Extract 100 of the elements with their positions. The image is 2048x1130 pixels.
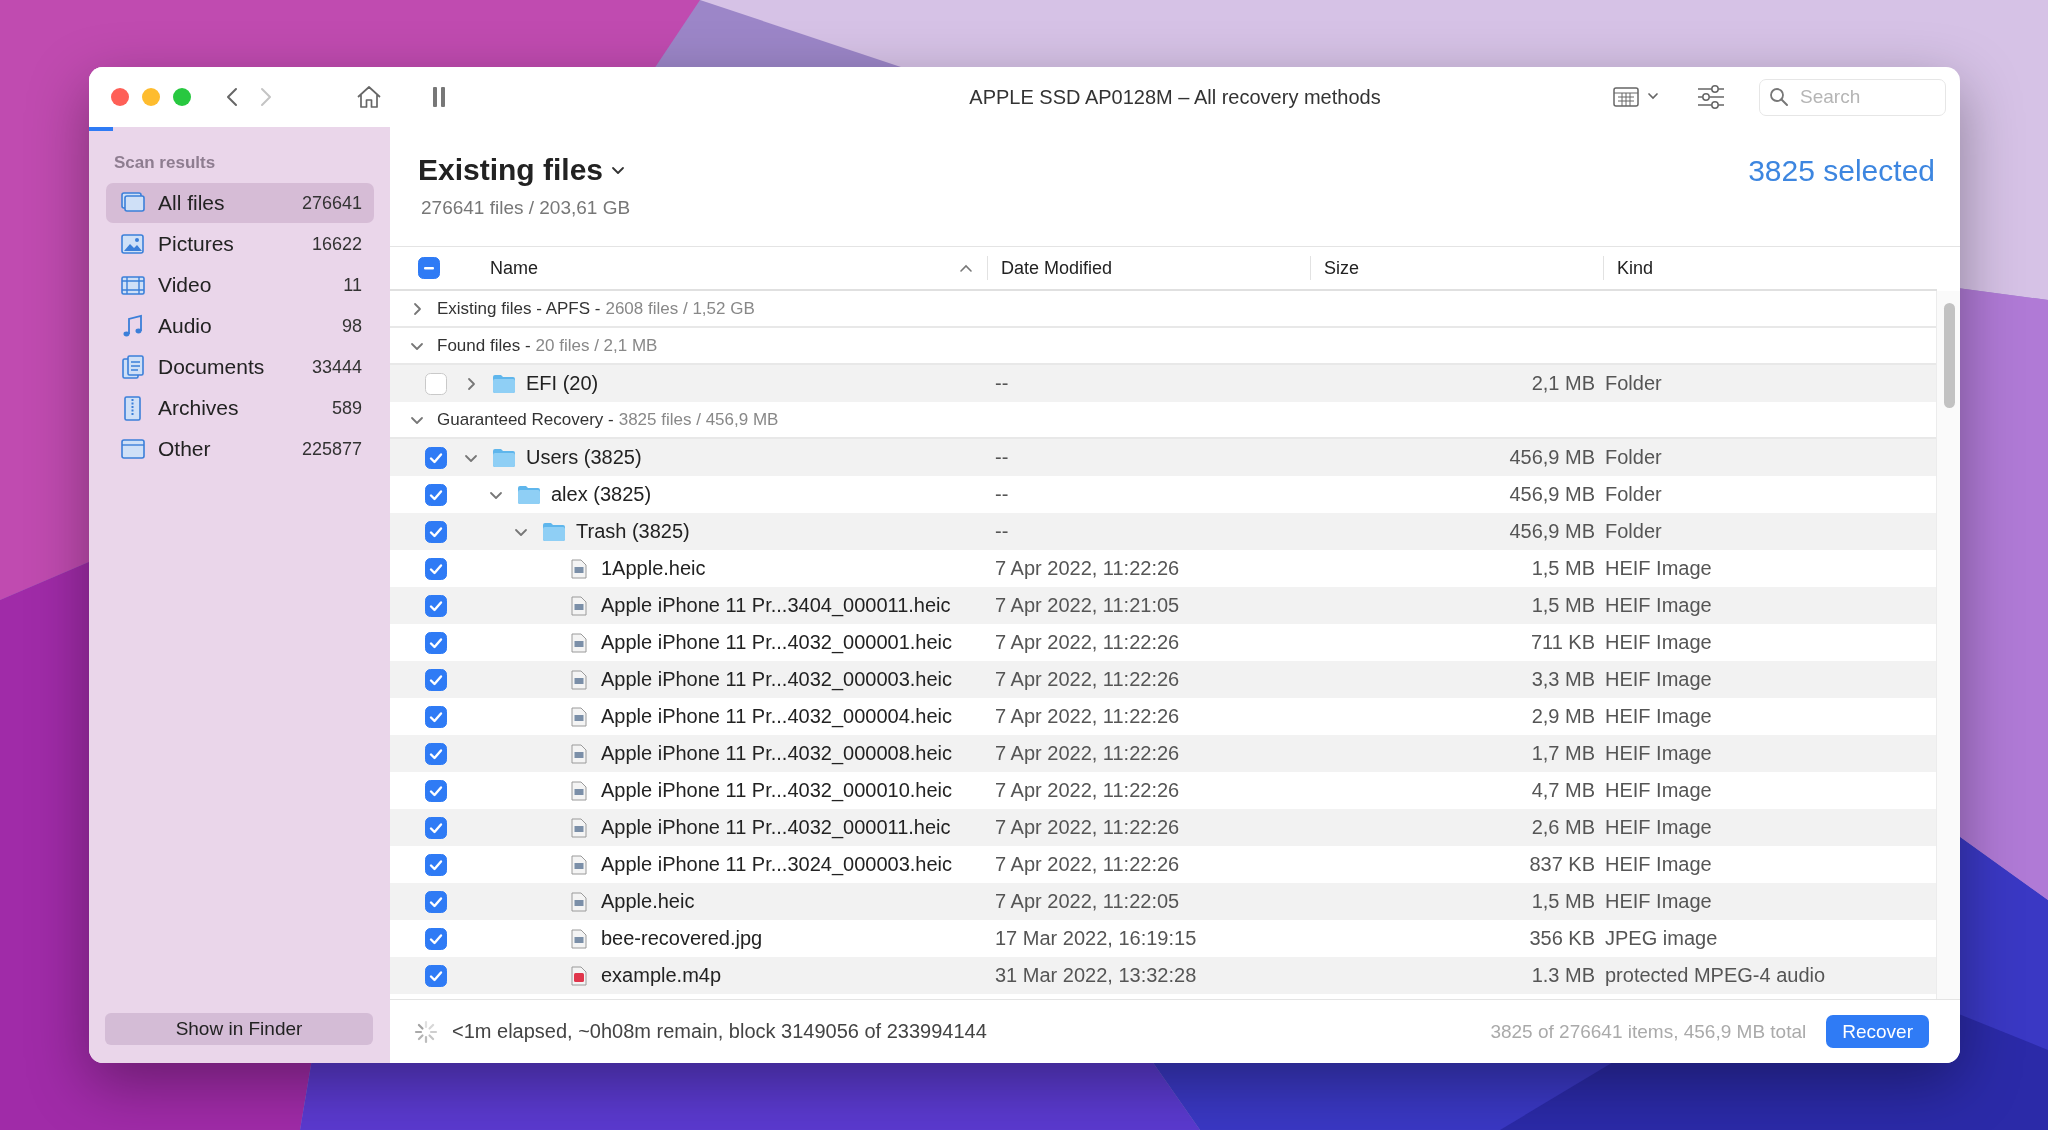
scrollbar[interactable] xyxy=(1936,291,1960,999)
checkbox[interactable] xyxy=(425,705,447,728)
group-header[interactable]: Existing files - APFS - 2608 files / 1,52 GB xyxy=(390,291,1937,328)
file-name: Apple.heic xyxy=(601,890,695,913)
sidebar-item[interactable]: Documents 33444 xyxy=(106,347,374,387)
kind-cell-text: HEIF Image xyxy=(1604,853,1713,876)
checkbox[interactable] xyxy=(425,816,447,839)
image-file-icon xyxy=(571,817,587,838)
date-cell-text: 7 Apr 2022, 11:22:05 xyxy=(994,890,1181,913)
checkbox[interactable] xyxy=(425,557,447,580)
image-file-icon xyxy=(571,669,587,690)
size-cell-text: 456,9 MB xyxy=(1508,520,1596,543)
sort-ascending-icon[interactable] xyxy=(959,263,973,273)
checkbox[interactable] xyxy=(425,964,447,987)
date-cell-text: 7 Apr 2022, 11:22:26 xyxy=(994,668,1181,691)
column-header[interactable]: Size xyxy=(1324,257,1603,279)
file-count: 276641 files / 203,61 GB xyxy=(421,197,631,219)
search-field[interactable]: Search xyxy=(1759,78,1946,116)
image-file-icon xyxy=(571,706,587,727)
image-file-icon xyxy=(571,780,587,801)
image-file-icon xyxy=(571,632,587,653)
file-name: Apple iPhone 11 Pr...4032_000004.heic xyxy=(601,705,953,728)
date-cell-text: 7 Apr 2022, 11:22:26 xyxy=(994,853,1181,876)
scrollbar-thumb[interactable] xyxy=(1944,303,1955,408)
back-icon[interactable] xyxy=(226,87,238,107)
checkbox[interactable] xyxy=(425,779,447,802)
date-cell-text: -- xyxy=(994,520,1010,543)
size-cell-text: 4,7 MB xyxy=(1530,779,1596,802)
kind-cell-text: HEIF Image xyxy=(1604,705,1713,728)
checkbox[interactable] xyxy=(425,594,447,617)
file-name: Apple iPhone 11 Pr...3024_000003.heic xyxy=(601,853,953,876)
date-cell-text: 7 Apr 2022, 11:22:26 xyxy=(994,705,1181,728)
sidebar-item[interactable]: Audio 98 xyxy=(106,306,374,346)
selection-summary: 3825 of 276641 items, 456,9 MB total xyxy=(1490,1020,1807,1043)
date-cell-text: 7 Apr 2022, 11:22:26 xyxy=(994,816,1181,839)
checkbox[interactable] xyxy=(418,257,440,279)
size-cell-text: 1,5 MB xyxy=(1530,557,1596,580)
checkbox[interactable] xyxy=(425,483,447,506)
sidebar-item[interactable]: Pictures 16622 xyxy=(106,224,374,264)
date-cell-text: -- xyxy=(994,446,1010,469)
recover-button[interactable]: Recover xyxy=(1826,1015,1929,1048)
folder-icon xyxy=(492,447,516,468)
group-title: Guaranteed Recovery - xyxy=(437,409,614,430)
image-file-icon xyxy=(571,595,587,616)
checkbox[interactable] xyxy=(425,372,447,395)
home-icon[interactable] xyxy=(356,85,382,109)
checkbox[interactable] xyxy=(425,631,447,654)
section-title: Existing files xyxy=(418,153,604,187)
sidebar-item[interactable]: Archives 589 xyxy=(106,388,374,428)
sliders-icon[interactable] xyxy=(1697,84,1725,110)
file-name: EFI (20) xyxy=(526,372,599,395)
group-title: Found files - xyxy=(437,335,531,356)
file-name: Apple iPhone 11 Pr...4032_000003.heic xyxy=(601,668,953,691)
column-header[interactable]: Date Modified xyxy=(1001,257,1310,279)
image-file-icon xyxy=(571,854,587,875)
size-cell-text: 456,9 MB xyxy=(1508,446,1596,469)
kind-cell-text: HEIF Image xyxy=(1604,816,1713,839)
size-cell-text: 1.3 MB xyxy=(1530,964,1596,987)
kind-cell-text: HEIF Image xyxy=(1604,890,1713,913)
size-cell-text: 711 KB xyxy=(1529,631,1596,654)
column-header[interactable]: Kind xyxy=(1617,257,1937,279)
sidebar-item[interactable]: Other 225877 xyxy=(106,429,374,469)
date-cell-text: 7 Apr 2022, 11:22:26 xyxy=(994,779,1181,802)
file-name: 1Apple.heic xyxy=(601,557,706,580)
checkbox[interactable] xyxy=(425,853,447,876)
size-cell-text: 3,3 MB xyxy=(1530,668,1596,691)
checkbox[interactable] xyxy=(425,927,447,950)
sidebar-item[interactable]: Video 11 xyxy=(106,265,374,305)
image-file-icon xyxy=(571,928,587,949)
column-header[interactable]: Name xyxy=(490,257,538,279)
image-file-icon xyxy=(571,743,587,764)
zoom-button[interactable] xyxy=(173,88,191,106)
pause-icon[interactable] xyxy=(432,86,446,108)
file-name: Apple iPhone 11 Pr...3404_000011.heic xyxy=(601,594,951,617)
size-cell-text: 837 KB xyxy=(1528,853,1596,876)
group-summary: 3825 files / 456,9 MB xyxy=(618,409,779,430)
image-file-icon xyxy=(571,558,587,579)
sidebar-item[interactable]: All files 276641 xyxy=(106,183,374,223)
size-cell-text: 1,5 MB xyxy=(1530,594,1596,617)
size-cell-text: 2,6 MB xyxy=(1530,816,1596,839)
size-cell-text: 1,5 MB xyxy=(1530,890,1596,913)
checkbox[interactable] xyxy=(425,890,447,913)
checkbox[interactable] xyxy=(425,668,447,691)
checkbox[interactable] xyxy=(425,446,447,469)
size-cell-text: 456,9 MB xyxy=(1508,483,1596,506)
kind-cell-text: HEIF Image xyxy=(1604,668,1713,691)
kind-cell-text: Folder xyxy=(1604,446,1663,469)
checkbox[interactable] xyxy=(425,742,447,765)
spinner-icon xyxy=(414,1019,438,1044)
file-name: Apple iPhone 11 Pr...4032_000010.heic xyxy=(601,779,953,802)
show-in-finder-button[interactable]: Show in Finder xyxy=(105,1013,373,1045)
close-button[interactable] xyxy=(111,88,129,106)
file-name: Apple iPhone 11 Pr...4032_000008.heic xyxy=(601,742,953,765)
folder-icon xyxy=(542,521,566,542)
file-name: Users (3825) xyxy=(526,446,642,469)
checkbox[interactable] xyxy=(425,520,447,543)
file-name: alex (3825) xyxy=(551,483,652,506)
date-cell-text: 17 Mar 2022, 16:19:15 xyxy=(994,927,1198,950)
audio-file-icon xyxy=(571,965,587,986)
date-cell-text: 31 Mar 2022, 13:32:28 xyxy=(994,964,1198,987)
